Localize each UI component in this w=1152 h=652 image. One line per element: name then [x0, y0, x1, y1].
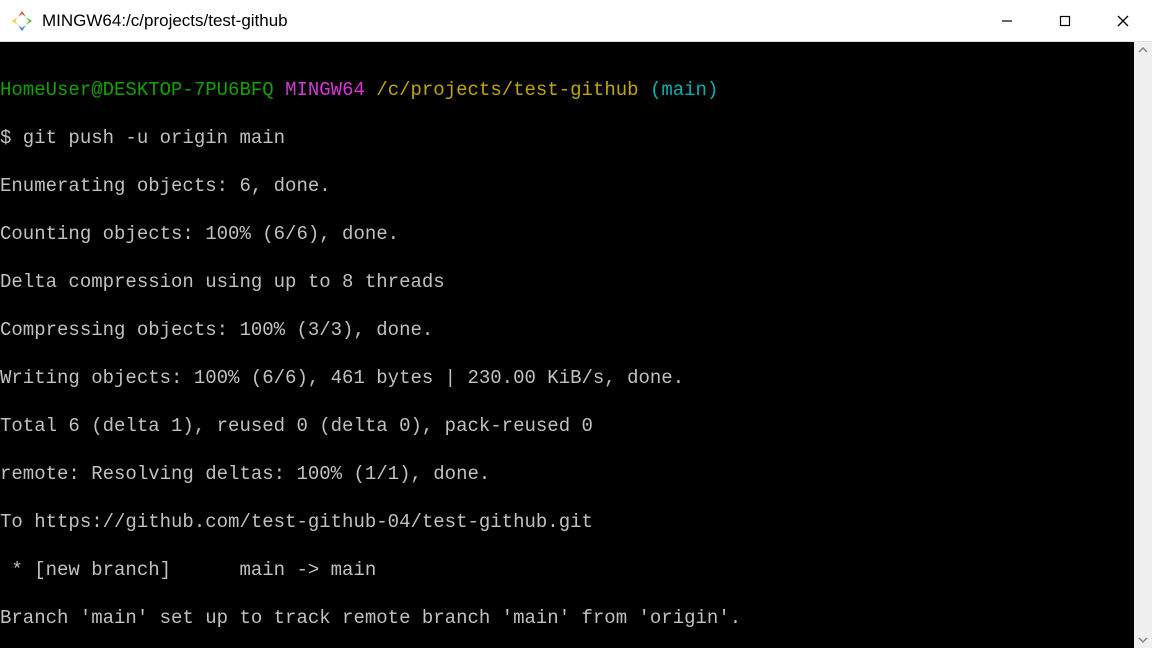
output-line: Writing objects: 100% (6/6), 461 bytes |… [0, 366, 1148, 390]
window-titlebar: MINGW64:/c/projects/test-github [0, 0, 1152, 42]
app-icon [12, 11, 32, 31]
output-line: remote: Resolving deltas: 100% (1/1), do… [0, 462, 1148, 486]
prompt-branch: (main) [650, 79, 718, 101]
output-line: Total 6 (delta 1), reused 0 (delta 0), p… [0, 414, 1148, 438]
output-line: Enumerating objects: 6, done. [0, 174, 1148, 198]
output-line: To https://github.com/test-github-04/tes… [0, 510, 1148, 534]
maximize-icon [1059, 15, 1071, 27]
window-controls [978, 0, 1152, 41]
scrollbar[interactable] [1134, 42, 1152, 648]
scroll-up-button[interactable] [1135, 42, 1151, 58]
minimize-icon [1001, 15, 1013, 27]
chevron-up-icon [1138, 47, 1148, 53]
prompt-env: MINGW64 [285, 79, 365, 101]
close-icon [1116, 14, 1130, 28]
prompt-line: HomeUser@DESKTOP-7PU6BFQ MINGW64 /c/proj… [0, 78, 1148, 102]
output-line: Counting objects: 100% (6/6), done. [0, 222, 1148, 246]
maximize-button[interactable] [1036, 0, 1094, 41]
minimize-button[interactable] [978, 0, 1036, 41]
prompt-userhost: HomeUser@DESKTOP-7PU6BFQ [0, 79, 274, 101]
output-line: Compressing objects: 100% (3/3), done. [0, 318, 1148, 342]
output-line: Branch 'main' set up to track remote bra… [0, 606, 1148, 630]
window-title: MINGW64:/c/projects/test-github [42, 11, 978, 31]
prompt-path: /c/projects/test-github [376, 79, 638, 101]
terminal-area[interactable]: HomeUser@DESKTOP-7PU6BFQ MINGW64 /c/proj… [0, 42, 1148, 648]
chevron-down-icon [1138, 637, 1148, 643]
output-line: * [new branch] main -> main [0, 558, 1148, 582]
close-button[interactable] [1094, 0, 1152, 41]
command-line: $ git push -u origin main [0, 126, 1148, 150]
scroll-down-button[interactable] [1135, 632, 1151, 648]
output-line: Delta compression using up to 8 threads [0, 270, 1148, 294]
